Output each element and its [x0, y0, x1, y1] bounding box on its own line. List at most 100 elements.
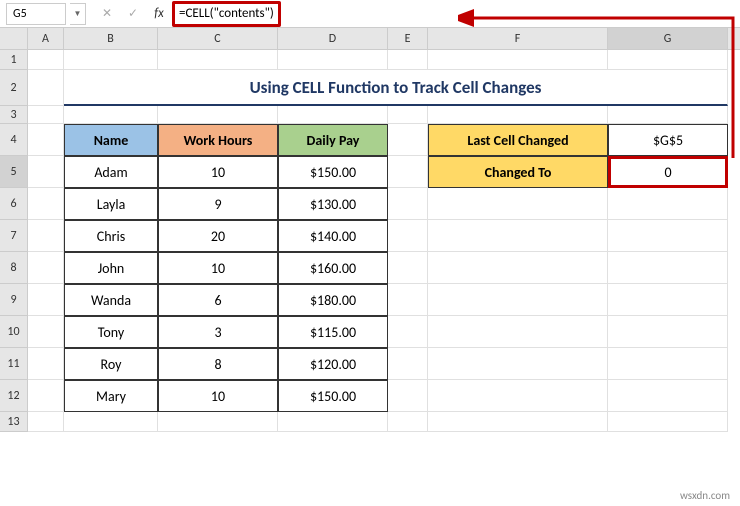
cell-hours[interactable]: 6 [158, 284, 278, 316]
col-header-G[interactable]: G [608, 28, 728, 49]
cell-pay[interactable]: $140.00 [278, 220, 388, 252]
cell[interactable] [28, 50, 64, 70]
page-title[interactable]: Using CELL Function to Track Cell Change… [64, 70, 728, 106]
value-changed-to[interactable]: 0 [608, 156, 728, 188]
label-changed-to[interactable]: Changed To [428, 156, 608, 188]
cell[interactable] [278, 50, 388, 70]
cell[interactable] [64, 412, 158, 432]
row-header-1[interactable]: 1 [0, 50, 28, 70]
cell[interactable] [388, 50, 428, 70]
cell[interactable] [158, 50, 278, 70]
cell[interactable] [388, 412, 428, 432]
name-box[interactable]: G5 [6, 3, 66, 25]
cell[interactable] [388, 348, 428, 380]
cell[interactable] [388, 252, 428, 284]
cell-hours[interactable]: 10 [158, 156, 278, 188]
cell[interactable] [608, 220, 728, 252]
cell[interactable] [608, 252, 728, 284]
col-header-B[interactable]: B [64, 28, 158, 49]
cell[interactable] [428, 348, 608, 380]
cell[interactable] [28, 252, 64, 284]
formula-input-spacer[interactable] [285, 3, 734, 25]
cell-hours[interactable]: 3 [158, 316, 278, 348]
row-header-6[interactable]: 6 [0, 188, 28, 220]
formula-input[interactable]: =CELL("contents") [179, 6, 274, 21]
cell[interactable] [428, 50, 608, 70]
row-header-13[interactable]: 13 [0, 412, 28, 432]
row-header-9[interactable]: 9 [0, 284, 28, 316]
cell-name[interactable]: Wanda [64, 284, 158, 316]
row-header-11[interactable]: 11 [0, 348, 28, 380]
col-header-E[interactable]: E [388, 28, 428, 49]
cell[interactable] [64, 50, 158, 70]
cell[interactable] [428, 316, 608, 348]
row-header-3[interactable]: 3 [0, 106, 28, 124]
value-last-cell-changed[interactable]: $G$5 [608, 124, 728, 156]
cell[interactable] [158, 412, 278, 432]
cell-name[interactable]: Layla [64, 188, 158, 220]
col-header-F[interactable]: F [428, 28, 608, 49]
header-hours[interactable]: Work Hours [158, 124, 278, 156]
cell[interactable] [428, 106, 608, 124]
cell[interactable] [28, 348, 64, 380]
cell[interactable] [388, 284, 428, 316]
cell[interactable] [28, 124, 64, 156]
cell[interactable] [388, 316, 428, 348]
cell[interactable] [28, 156, 64, 188]
cell[interactable] [428, 380, 608, 412]
label-last-cell-changed[interactable]: Last Cell Changed [428, 124, 608, 156]
cell[interactable] [388, 156, 428, 188]
row-header-5[interactable]: 5 [0, 156, 28, 188]
cell[interactable] [428, 252, 608, 284]
cell-name[interactable]: Chris [64, 220, 158, 252]
cell-hours[interactable]: 10 [158, 252, 278, 284]
cell-pay[interactable]: $150.00 [278, 380, 388, 412]
cell[interactable] [608, 106, 728, 124]
col-header-A[interactable]: A [28, 28, 64, 49]
cell[interactable] [388, 106, 428, 124]
header-name[interactable]: Name [64, 124, 158, 156]
cell[interactable] [28, 106, 64, 124]
select-all-corner[interactable] [0, 28, 28, 49]
cell-name[interactable]: Roy [64, 348, 158, 380]
cell[interactable] [428, 188, 608, 220]
cell[interactable] [28, 188, 64, 220]
cell[interactable] [608, 348, 728, 380]
cancel-icon[interactable]: ✕ [98, 5, 116, 23]
row-header-7[interactable]: 7 [0, 220, 28, 252]
cell-pay[interactable]: $120.00 [278, 348, 388, 380]
cell[interactable] [608, 412, 728, 432]
cell-hours[interactable]: 20 [158, 220, 278, 252]
cell[interactable] [388, 380, 428, 412]
cell-pay[interactable]: $130.00 [278, 188, 388, 220]
name-box-dropdown[interactable]: ▼ [70, 3, 86, 25]
cell[interactable] [28, 220, 64, 252]
enter-icon[interactable]: ✓ [124, 5, 142, 23]
cell[interactable] [428, 412, 608, 432]
cell[interactable] [608, 284, 728, 316]
cell-name[interactable]: Mary [64, 380, 158, 412]
cell-pay[interactable]: $150.00 [278, 156, 388, 188]
col-header-C[interactable]: C [158, 28, 278, 49]
cell[interactable] [158, 106, 278, 124]
cell-name[interactable]: Adam [64, 156, 158, 188]
cell-hours[interactable]: 8 [158, 348, 278, 380]
cell[interactable] [388, 220, 428, 252]
cell[interactable] [388, 124, 428, 156]
cell-pay[interactable]: $115.00 [278, 316, 388, 348]
cell[interactable] [278, 106, 388, 124]
cell[interactable] [388, 188, 428, 220]
row-header-10[interactable]: 10 [0, 316, 28, 348]
row-header-4[interactable]: 4 [0, 124, 28, 156]
cell-hours[interactable]: 10 [158, 380, 278, 412]
cell-pay[interactable]: $180.00 [278, 284, 388, 316]
header-pay[interactable]: Daily Pay [278, 124, 388, 156]
cell-hours[interactable]: 9 [158, 188, 278, 220]
row-header-8[interactable]: 8 [0, 252, 28, 284]
cell[interactable] [28, 316, 64, 348]
cell[interactable] [28, 412, 64, 432]
row-header-2[interactable]: 2 [0, 70, 28, 106]
row-header-12[interactable]: 12 [0, 380, 28, 412]
cell[interactable] [428, 284, 608, 316]
cell[interactable] [28, 284, 64, 316]
